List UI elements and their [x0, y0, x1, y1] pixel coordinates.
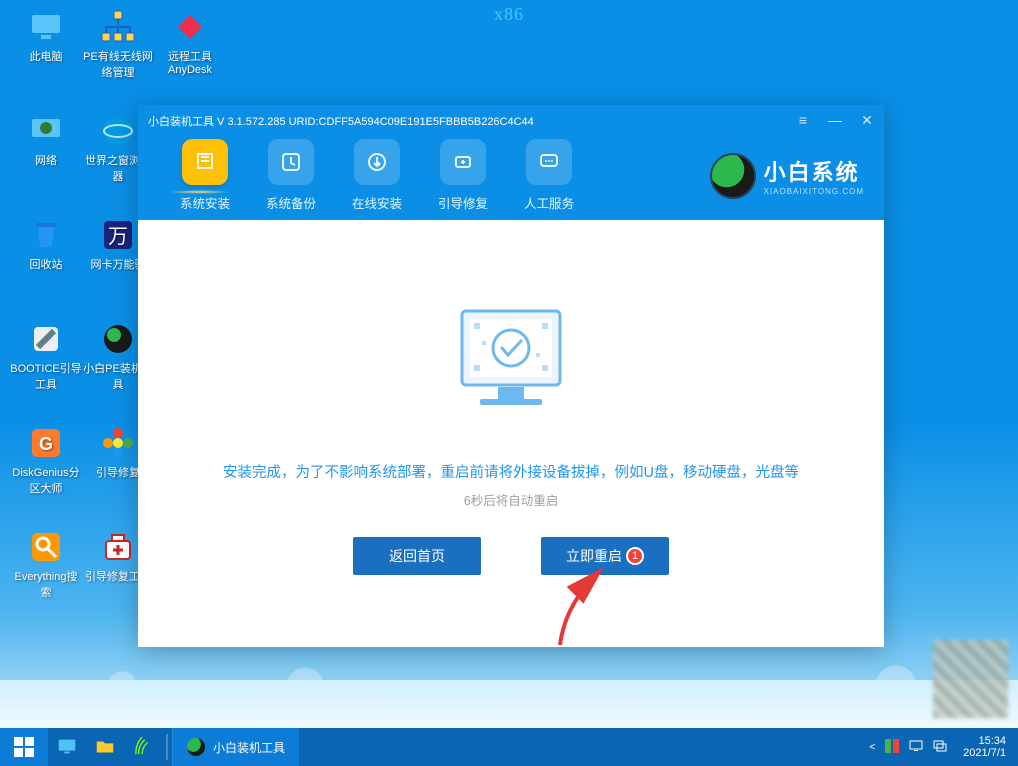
install-icon	[182, 139, 228, 185]
xiaobai-installer-window: 小白装机工具 V 3.1.572.285 URID:CDFF5A594C09E1…	[138, 105, 884, 647]
desktop-icon-globe[interactable]: 网络	[10, 112, 82, 168]
window-title: 小白装机工具 V 3.1.572.285 URID:CDFF5A594C09E1…	[138, 105, 884, 131]
start-button[interactable]	[0, 728, 48, 766]
desktop-icon-label: 回收站	[10, 256, 82, 272]
desktop-icon-bootice[interactable]: BOOTICE引导工具	[10, 320, 82, 392]
quick-launch-explorer[interactable]	[86, 728, 124, 766]
desktop-icon-dg[interactable]: G DiskGenius分区大师	[10, 424, 82, 496]
tab-label: 人工服务	[506, 193, 592, 212]
online-icon	[354, 139, 400, 185]
desktop-icon-search[interactable]: Everything搜索	[10, 528, 82, 600]
tab-label: 引导修复	[420, 193, 506, 212]
svg-text:G: G	[39, 434, 53, 454]
tab-online[interactable]: 在线安装	[334, 139, 420, 212]
brand-logo-area: 小白系统XIAOBAIXITONG.COM	[710, 153, 864, 199]
taskbar-clock[interactable]: 15:34 2021/7/1	[957, 735, 1012, 759]
tab-backup[interactable]: 系统备份	[248, 139, 334, 212]
desktop-icon-monitor[interactable]: 此电脑	[10, 8, 82, 64]
close-icon[interactable]: ✕	[856, 109, 878, 131]
tray-shields-icon[interactable]	[885, 739, 899, 756]
desktop-icon-label: 远程工具AnyDesk	[154, 48, 226, 76]
desktop-icon-anydesk[interactable]: 远程工具AnyDesk	[154, 8, 226, 76]
tab-label: 系统安装	[162, 193, 248, 212]
quick-launch-wifi[interactable]	[124, 728, 162, 766]
tray-monitor-icon[interactable]	[909, 739, 923, 756]
taskbar-app-xiaobai[interactable]: 小白装机工具	[172, 728, 299, 766]
desktop-icon-label: DiskGenius分区大师	[10, 464, 82, 496]
xiaobai-logo-icon	[710, 153, 756, 199]
back-home-button[interactable]: 返回首页	[353, 537, 481, 575]
install-complete-message: 安装完成，为了不影响系统部署，重启前请将外接设备拔掉，例如U盘，移动硬盘，光盘等	[223, 461, 799, 482]
desktop-icon-label: 此电脑	[10, 48, 82, 64]
success-illustration	[426, 293, 596, 433]
quick-launch-computer[interactable]	[48, 728, 86, 766]
desktop-icon-label: BOOTICE引导工具	[10, 360, 82, 392]
annotation-badge: 1	[626, 547, 644, 565]
desktop-icon-bin[interactable]: 回收站	[10, 216, 82, 272]
desktop-icon-label: PE有线无线网络管理	[82, 48, 154, 80]
desktop-icon-net[interactable]: PE有线无线网络管理	[82, 8, 154, 80]
tab-label: 系统备份	[248, 193, 334, 212]
taskbar-app-label: 小白装机工具	[213, 739, 285, 756]
tray-network-icon[interactable]	[933, 739, 947, 756]
tab-chat[interactable]: 人工服务	[506, 139, 592, 212]
repair-icon	[440, 139, 486, 185]
restart-now-button[interactable]: 立即重启 1	[541, 537, 669, 575]
auto-restart-countdown: 6秒后将自动重启	[464, 490, 558, 509]
tab-install[interactable]: 系统安装	[162, 139, 248, 212]
taskbar: 小白装机工具 < 15:34 2021/7/1	[0, 728, 1018, 766]
menu-icon[interactable]: ≡	[792, 109, 814, 131]
svg-text:万: 万	[108, 226, 128, 248]
desktop-icon-label: 网络	[10, 152, 82, 168]
tab-label: 在线安装	[334, 193, 420, 212]
tab-repair[interactable]: 引导修复	[420, 139, 506, 212]
minimize-icon[interactable]: —	[824, 109, 846, 131]
desktop-icon-label: Everything搜索	[10, 568, 82, 600]
chat-icon	[526, 139, 572, 185]
tray-chevron-icon[interactable]: <	[869, 742, 875, 753]
backup-icon	[268, 139, 314, 185]
